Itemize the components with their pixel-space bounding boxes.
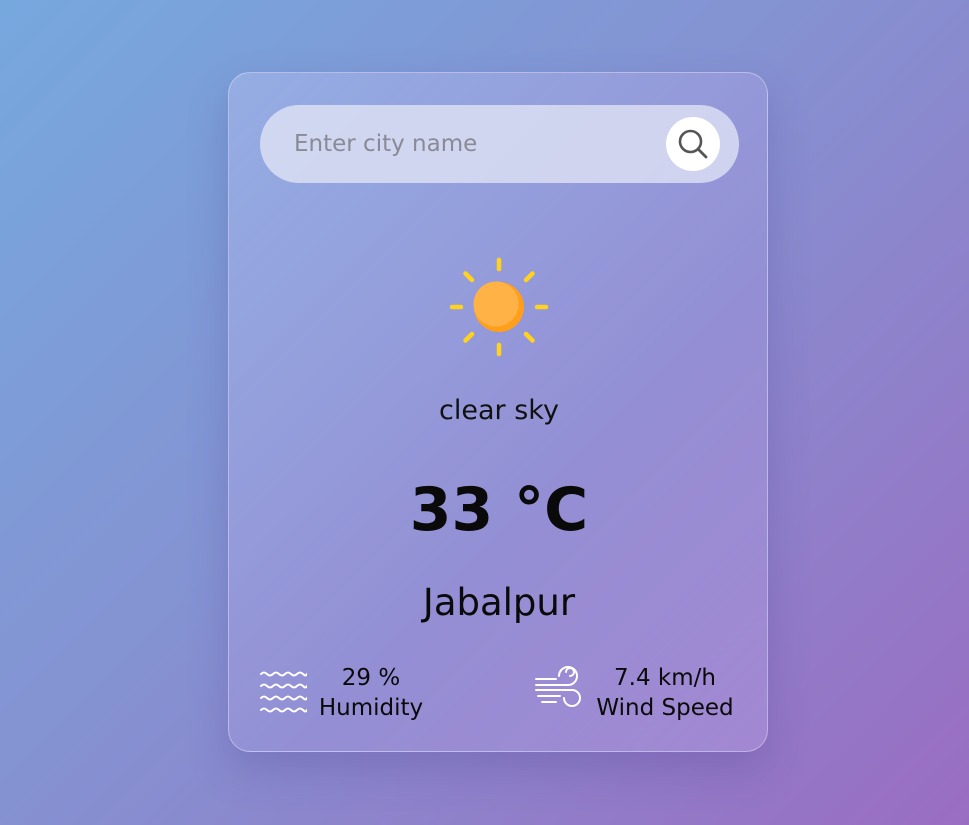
city-name: Jabalpur — [422, 581, 576, 624]
search-button[interactable] — [666, 117, 720, 171]
search-bar — [260, 105, 739, 183]
wind-speed-value: 7.4 km/h — [614, 665, 716, 691]
sun-icon — [449, 257, 549, 357]
wind-stat: 7.4 km/h Wind Speed — [534, 663, 744, 723]
wind-text: 7.4 km/h Wind Speed — [586, 663, 744, 723]
humidity-value: 29 % — [341, 665, 401, 691]
humidity-text: 29 % Humidity — [311, 663, 431, 723]
search-icon — [678, 129, 708, 159]
humidity-stat: 29 % Humidity — [259, 663, 459, 723]
wind-speed-label: Wind Speed — [596, 695, 734, 721]
temperature: 33 °C — [409, 475, 589, 545]
humidity-waves-icon — [260, 671, 307, 713]
weather-description: clear sky — [439, 395, 559, 426]
wind-icon — [535, 666, 581, 707]
humidity-label: Humidity — [318, 695, 424, 721]
city-search-input[interactable] — [294, 105, 654, 183]
weather-card: clear sky 33 °C Jabalpur 29 % Humidity — [228, 72, 768, 752]
